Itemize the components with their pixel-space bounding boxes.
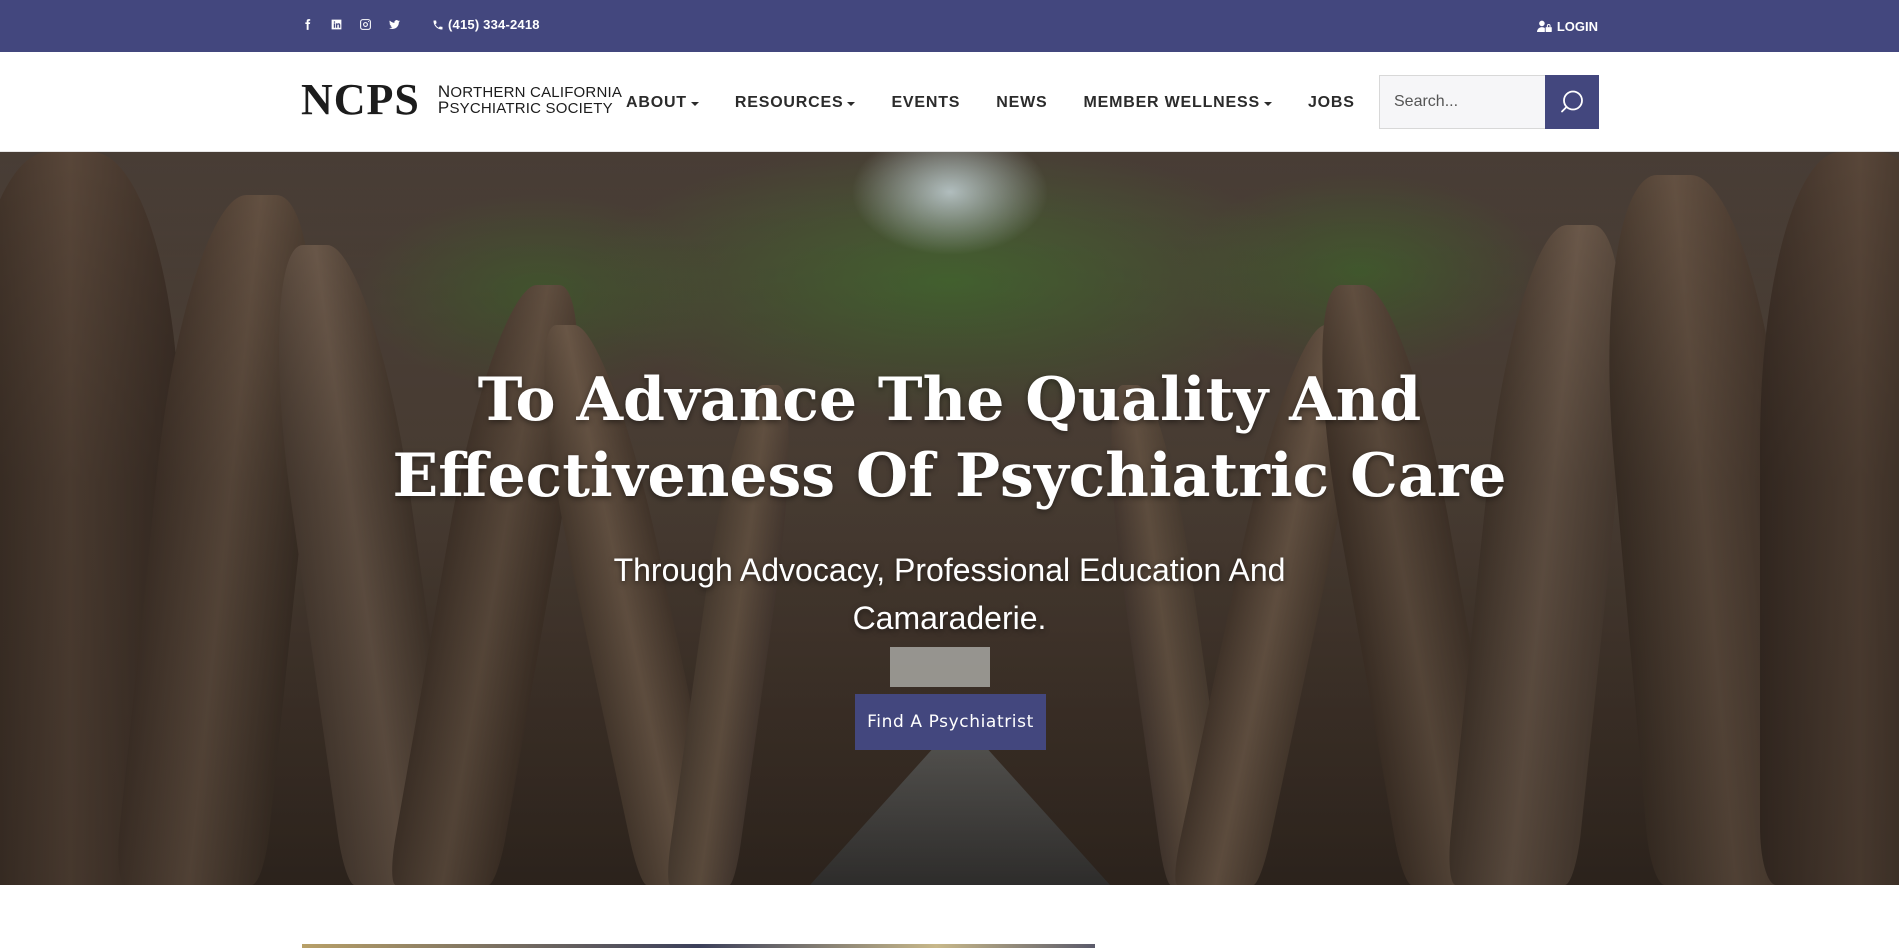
top-utility-bar: (415) 334-2418 LOGIN <box>0 0 1899 52</box>
nav-item-about[interactable]: ABOUT <box>626 92 699 114</box>
next-section-image-edge <box>302 944 1095 948</box>
logo-line-1: Northern California <box>437 82 623 101</box>
caret-down-icon <box>847 101 856 106</box>
hero-banner: To Advance The Quality And Effectiveness… <box>0 152 1899 885</box>
main-header: NCPS Northern California Psychiatric Soc… <box>0 52 1899 152</box>
phone-link[interactable]: (415) 334-2418 <box>432 17 540 32</box>
twitter-icon[interactable] <box>387 17 402 32</box>
nav-label-events: EVENTS <box>891 94 961 111</box>
logo-text: Northern California Psychiatric Society <box>438 84 622 116</box>
linkedin-icon[interactable] <box>329 17 344 32</box>
nav-item-news[interactable]: NEWS <box>996 92 1047 114</box>
hero-subtitle: Through Advocacy, Professional Education… <box>613 552 1286 636</box>
search-button[interactable] <box>1545 75 1599 129</box>
caret-down-icon <box>1263 101 1272 106</box>
logo-line-2: Psychiatric Society <box>437 98 613 117</box>
phone-icon <box>433 20 443 29</box>
nav-label-news: NEWS <box>996 94 1048 111</box>
main-nav: ABOUT RESOURCES EVENTS NEWS MEMBER WELLN… <box>626 92 1391 114</box>
facebook-icon[interactable] <box>300 17 315 32</box>
phone-number: (415) 334-2418 <box>448 17 540 32</box>
nav-label-resources: RESOURCES <box>734 94 844 111</box>
nav-item-events[interactable]: EVENTS <box>891 92 960 114</box>
search-form <box>1379 75 1599 129</box>
search-input[interactable] <box>1379 75 1545 129</box>
search-icon <box>1561 90 1583 113</box>
logo-mark: NCPS <box>301 75 420 124</box>
nav-item-resources[interactable]: RESOURCES <box>735 92 856 114</box>
caret-down-icon <box>690 101 699 106</box>
user-lock-icon <box>1536 20 1552 33</box>
nav-label-member-wellness: MEMBER WELLNESS <box>1083 94 1260 111</box>
hero-title: To Advance The Quality And Effectiveness… <box>392 365 1507 511</box>
instagram-icon[interactable] <box>358 17 373 32</box>
nav-label-jobs: JOBS <box>1307 94 1355 111</box>
nav-label-about: ABOUT <box>626 94 687 111</box>
social-links <box>300 17 402 32</box>
login-label: LOGIN <box>1556 19 1598 34</box>
nav-item-jobs[interactable]: JOBS <box>1308 92 1355 114</box>
find-psychiatrist-button[interactable]: Find A Psychiatrist <box>855 694 1046 750</box>
site-logo[interactable]: NCPS Northern California Psychiatric Soc… <box>301 78 622 122</box>
login-link[interactable]: LOGIN <box>1536 19 1598 34</box>
nav-item-member-wellness[interactable]: MEMBER WELLNESS <box>1083 92 1272 114</box>
